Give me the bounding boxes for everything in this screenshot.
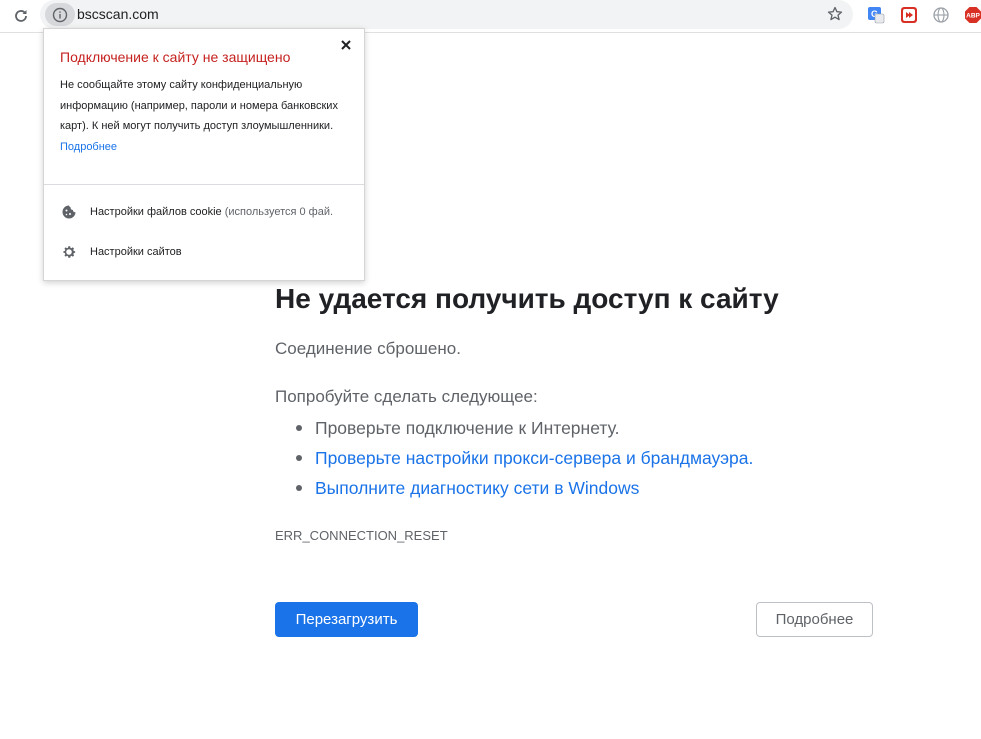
abp-icon[interactable]: ABP <box>963 5 981 25</box>
suggestion-proxy-link[interactable]: Проверьте настройки прокси-сервера и бра… <box>275 446 753 476</box>
reload-icon[interactable] <box>10 5 32 27</box>
url-text: bscscan.com <box>77 6 159 22</box>
globe-icon[interactable] <box>931 5 951 25</box>
popup-body-text: Не сообщайте этому сайту конфиденциальну… <box>60 79 338 132</box>
translate-icon[interactable]: G <box>866 5 886 25</box>
close-icon[interactable] <box>338 37 354 53</box>
address-bar[interactable]: bscscan.com <box>40 0 853 29</box>
reload-button[interactable]: Перезагрузить <box>275 602 418 637</box>
info-icon[interactable] <box>45 3 75 26</box>
cookie-icon <box>60 203 78 221</box>
suggestions-list: Проверьте подключение к Интернету. Прове… <box>275 416 753 506</box>
suggestion-diagnostics-link[interactable]: Выполните диагностику сети в Windows <box>275 476 753 506</box>
page-title: Не удается получить доступ к сайту <box>275 283 779 314</box>
cookie-settings-label: Настройки файлов cookie <box>90 206 222 218</box>
site-settings-label: Настройки сайтов <box>90 246 182 258</box>
gear-icon <box>60 243 78 261</box>
suggestion-check-connection: Проверьте подключение к Интернету. <box>275 416 753 446</box>
star-icon[interactable] <box>825 4 845 24</box>
suggestions-title: Попробуйте сделать следующее: <box>275 387 538 406</box>
cookie-settings-note: (используется 0 фай. <box>224 206 334 218</box>
popup-divider <box>44 184 364 185</box>
learn-more-link[interactable]: Подробнее <box>60 141 117 153</box>
popup-title: Подключение к сайту не защищено <box>60 49 291 65</box>
error-code: ERR_CONNECTION_RESET <box>275 528 448 543</box>
details-button[interactable]: Подробнее <box>756 602 873 637</box>
site-info-popup: Подключение к сайту не защищено Не сообщ… <box>43 28 365 281</box>
cookie-settings-item[interactable]: Настройки файлов cookie (используется 0 … <box>60 202 333 222</box>
video-icon[interactable] <box>899 5 919 25</box>
popup-body: Не сообщайте этому сайту конфиденциальну… <box>60 75 340 157</box>
error-summary: Соединение сброшено. <box>275 339 461 358</box>
abp-label: ABP <box>966 13 980 20</box>
site-settings-item[interactable]: Настройки сайтов <box>60 242 182 262</box>
